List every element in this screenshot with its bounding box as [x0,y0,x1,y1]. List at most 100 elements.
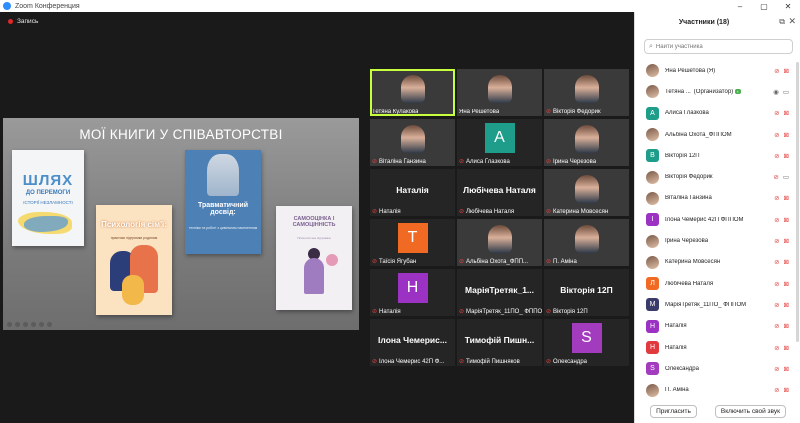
video-tile[interactable]: Любічева Наталя ⊘ Любічева Наталя [457,169,542,216]
participants-panel: Участники (18) ⧉ ✕ ⌕ Яна Решетова (Я)⊘⊠Т… [634,12,800,423]
video-tile-name: Вікторія 12П [553,308,588,315]
avatar: А [484,123,515,153]
shared-screen[interactable]: МОЇ КНИГИ У СПІВАВТОРСТВІ ШЛЯХ ДО ПЕРЕМО… [3,118,359,330]
host-badge-icon: ▪ [735,88,741,94]
video-tile[interactable]: Тимофій Пишн... ⊘ Тимофій Пишняков [457,319,542,366]
participants-scrollbar[interactable] [796,62,799,342]
muted-mic-icon: ⊘ [459,309,465,315]
video-tile[interactable]: ⊘ Альбіна Охота_ФПП... [457,219,542,266]
share-tool-icon[interactable] [23,322,28,327]
search-input[interactable] [655,43,786,50]
participant-row[interactable]: В Вікторія 12П ⊘ ⊠ [635,145,795,166]
video-off-icon: ⊠ [783,152,789,160]
avatar: S [571,323,602,353]
book-3-title: Травматичний досвід: [198,202,248,216]
video-tile[interactable]: МаріяТретяк_1... ⊘ МаріяТретяк_11ПО_ ФППОМ [457,269,542,316]
video-tile-name: Віталіна Ганзина [379,158,426,165]
video-tile[interactable]: Вікторія 12П ⊘ Вікторія 12П [544,269,629,316]
share-tool-icon[interactable] [47,322,52,327]
muted-mic-icon: ⊘ [546,159,552,165]
video-off-icon: ⊠ [783,195,789,203]
invite-button[interactable]: Пригласить [650,404,697,418]
video-tile-name: Олександра [553,358,587,365]
participant-row[interactable]: І Ілона Чемерис 42П ФППОМ ⊘ ⊠ [635,209,795,230]
video-tile[interactable]: ⊘ Вікторія Федорик [544,69,629,116]
participant-search[interactable]: ⌕ [644,39,793,54]
close-window-button[interactable]: ✕ [776,0,800,12]
video-tile[interactable]: Н ⊘ Наталія [370,269,455,316]
participant-status-icons: ⊘ ⊠ [774,152,789,160]
video-tile[interactable]: ⊘ Ірина Черезова [544,119,629,166]
video-off-icon: ⊠ [783,259,789,267]
share-tool-icon[interactable] [7,322,12,327]
video-tile-label: Тетяна Кулакова [372,109,418,115]
video-tile[interactable]: ⊘ Катерина Мовсесян [544,169,629,216]
participant-name: Олександра [665,365,699,372]
mic-muted-icon: ⊘ [774,238,780,246]
participant-row[interactable]: Н Наталія ⊘ ⊠ [635,316,795,337]
participant-row[interactable]: Н Наталія ⊘ ⊠ [635,337,795,358]
video-tile[interactable]: S ⊘ Олександра [544,319,629,366]
minimize-button[interactable]: – [728,0,752,12]
participant-name: Тетяна ... (Организатор) ▪ [665,88,741,95]
share-tool-icon[interactable] [15,322,20,327]
participant-row[interactable]: S Олександра ⊘ ⊠ [635,358,795,379]
participant-row[interactable]: Віталіна Ганзина ⊘ ⊠ [635,188,795,209]
avatar: S [646,362,659,376]
video-tile-name: Альбіна Охота_ФПП... [466,258,529,265]
video-off-icon: ⊠ [783,301,789,309]
video-tile[interactable]: ⊘ П. Аміна [544,219,629,266]
search-icon: ⌕ [649,42,653,50]
share-tool-icon[interactable] [31,322,36,327]
video-tile-label: ⊘ П. Аміна [546,258,577,266]
muted-mic-icon: ⊘ [546,109,552,115]
close-icon[interactable]: ✕ [788,16,796,27]
unmute-self-button[interactable]: Включить свой звук [714,404,786,418]
participant-row[interactable]: Альбіна Охота_ФППОМ ⊘ ⊠ [635,124,795,145]
mic-muted-icon: ⊘ [774,110,780,118]
participant-name-display: МаріяТретяк_1... [464,285,535,295]
avatar [646,191,659,205]
participant-row[interactable]: Вікторія Федорик ⊘ ▭ [635,166,795,187]
participant-name: Віталіна Ганзина [665,195,712,202]
avatar: І [646,213,659,227]
participant-row[interactable]: Яна Решетова (Я) ⊘ ⊠ [635,60,795,81]
mic-muted-icon: ⊘ [774,67,780,75]
video-tile-label: ⊘ Наталія [372,208,401,216]
participant-row[interactable]: А Алиса Глазкова ⊘ ⊠ [635,103,795,124]
recording-indicator[interactable]: Запись [8,18,38,25]
video-tile[interactable]: Тетяна Кулакова [370,69,455,116]
video-tile-name: Наталія [379,208,401,215]
maximize-button[interactable]: ▢ [752,0,776,12]
share-tool-icon[interactable] [39,322,44,327]
mic-muted-icon: ⊘ [773,174,779,182]
participant-video-feed [400,125,425,153]
participant-status-icons: ⊘ ⊠ [774,280,789,288]
muted-mic-icon: ⊘ [546,259,552,265]
video-tile[interactable]: Т ⊘ Таїсія Ягубан [370,219,455,266]
video-tile-name: Вікторія Федорик [553,108,601,115]
video-tile[interactable]: Ілона Чемерис... ⊘ Ілона Чемерис 42П Ф... [370,319,455,366]
video-tile[interactable]: А ⊘ Алиса Глазкова [457,119,542,166]
avatar: Л [646,277,659,291]
participant-row[interactable]: Катерина Мовсесян ⊘ ⊠ [635,252,795,273]
video-tile[interactable]: ⊘ Віталіна Ганзина [370,119,455,166]
participant-row[interactable]: П. Аміна ⊘ ⊠ [635,379,795,400]
mic-muted-icon: ⊘ [774,323,780,331]
participant-row[interactable]: Тетяна ... (Организатор) ▪ ◉ ▭ [635,81,795,102]
participant-video-feed [487,75,512,103]
window-controls: – ▢ ✕ [728,0,800,12]
avatar [646,85,659,99]
popout-icon[interactable]: ⧉ [779,17,785,27]
video-tile-label: ⊘ Альбіна Охота_ФПП... [459,258,529,266]
video-tile[interactable]: Яна Решетова [457,69,542,116]
participant-name: Ірина Черезова [665,238,709,245]
participant-row[interactable]: М МаріяТретяк_11ПО_ ФППОМ ⊘ ⊠ [635,294,795,315]
participant-row[interactable]: Ірина Черезова ⊘ ⊠ [635,230,795,251]
video-tile[interactable]: Наталія ⊘ Наталія [370,169,455,216]
participant-row[interactable]: Л Любічева Наталя ⊘ ⊠ [635,273,795,294]
video-tile-name: Катерина Мовсесян [553,208,609,215]
video-tile-name: Яна Решетова [459,109,500,115]
avatar: Н [646,319,659,333]
muted-mic-icon: ⊘ [372,159,378,165]
